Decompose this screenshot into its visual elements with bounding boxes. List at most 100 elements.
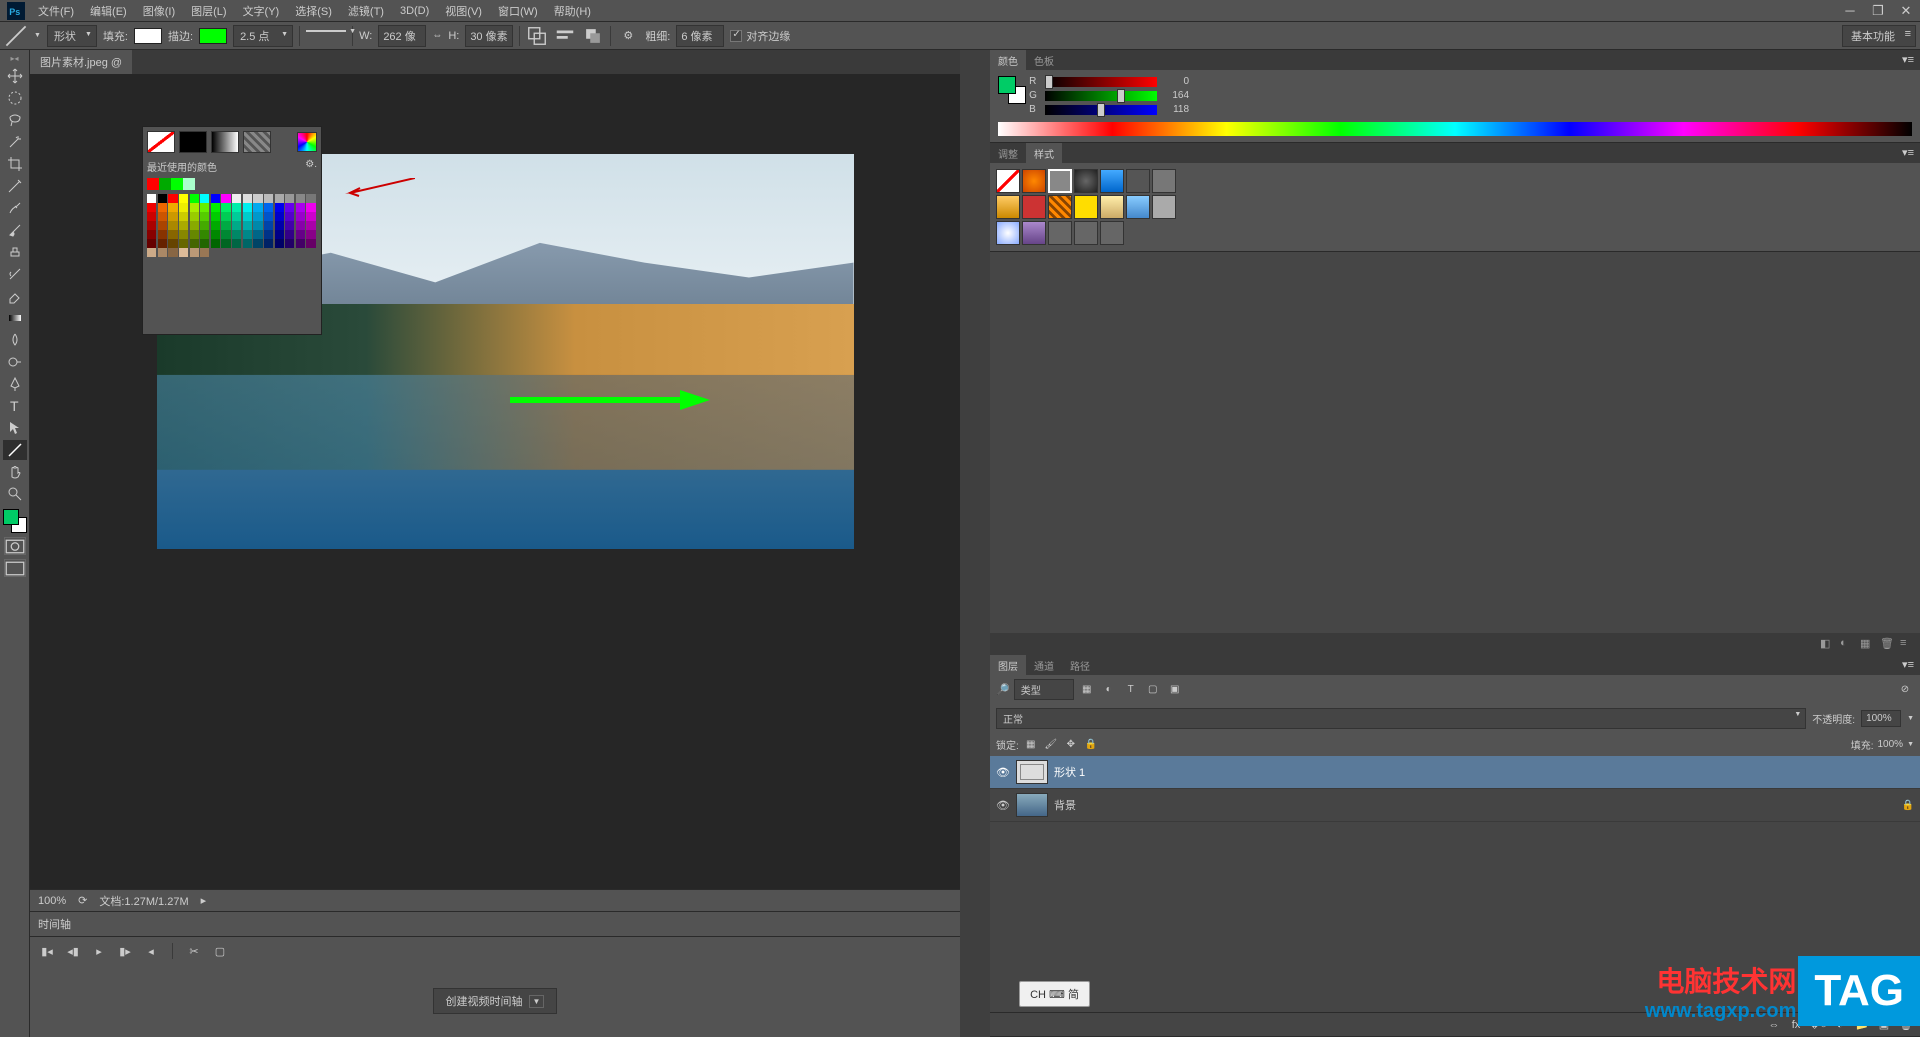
recent-color-swatch[interactable] [171,178,183,190]
lock-transparency-icon[interactable]: ▦ [1023,738,1039,752]
timeline-prev-frame-icon[interactable]: ◂▮ [64,943,82,959]
palette-color-swatch[interactable] [190,239,199,248]
palette-color-swatch[interactable] [158,203,167,212]
popup-settings-icon[interactable]: ⚙. [305,159,317,174]
refresh-icon[interactable]: ⟳ [78,894,87,907]
toolbox-collapse-icon[interactable]: ▸◂ [10,54,18,63]
style-preset[interactable] [996,195,1020,219]
style-preset[interactable] [1022,169,1046,193]
palette-color-swatch[interactable] [158,221,167,230]
style-preset[interactable] [1100,221,1124,245]
style-preset[interactable] [1152,195,1176,219]
panel-icon[interactable]: ◧ [1820,637,1834,651]
palette-color-swatch[interactable] [158,194,167,203]
palette-color-swatch[interactable] [190,194,199,203]
palette-color-swatch[interactable] [179,248,188,257]
palette-color-swatch[interactable] [306,194,315,203]
move-tool[interactable] [3,66,27,86]
palette-color-swatch[interactable] [275,203,284,212]
opacity-input[interactable]: 100% [1861,710,1901,727]
palette-color-swatch[interactable] [168,212,177,221]
palette-color-swatch[interactable] [168,194,177,203]
g-value[interactable]: 164 [1161,90,1189,101]
palette-color-swatch[interactable] [296,221,305,230]
panel-trash-icon[interactable]: 🗑 [1880,637,1894,651]
menu-window[interactable]: 窗口(W) [490,0,546,23]
palette-color-swatch[interactable] [243,221,252,230]
thickness-input[interactable]: 6 像素 [676,25,724,47]
palette-color-swatch[interactable] [147,221,156,230]
filter-toggle[interactable]: ⊘ [1896,682,1914,698]
lasso-tool[interactable] [3,110,27,130]
panel-menu-icon[interactable]: ▾≡ [1896,143,1920,163]
style-preset[interactable] [1126,169,1150,193]
menu-view[interactable]: 视图(V) [437,0,490,23]
palette-color-swatch[interactable] [179,221,188,230]
eyedropper-tool[interactable] [3,176,27,196]
palette-color-swatch[interactable] [211,212,220,221]
clone-stamp-tool[interactable] [3,242,27,262]
menu-edit[interactable]: 编辑(E) [82,0,135,23]
palette-color-swatch[interactable] [275,194,284,203]
style-preset[interactable] [1074,169,1098,193]
style-preset[interactable] [1048,221,1072,245]
menu-file[interactable]: 文件(F) [30,0,82,23]
drawn-arrow-shape[interactable] [510,390,710,410]
window-minimize-icon[interactable]: ─ [1836,1,1864,21]
palette-color-swatch[interactable] [190,230,199,239]
marquee-tool[interactable] [3,88,27,108]
height-input[interactable]: 30 像素 [465,25,513,47]
timeline-play-icon[interactable]: ▸ [90,943,108,959]
b-slider[interactable] [1045,105,1157,115]
palette-color-swatch[interactable] [211,239,220,248]
stroke-width-dropdown[interactable]: 2.5 点 [233,25,293,47]
stroke-style-dropdown[interactable]: ▼ [306,30,346,42]
panel-menu-icon[interactable]: ≡ [1900,637,1914,651]
palette-color-swatch[interactable] [285,203,294,212]
history-brush-tool[interactable] [3,264,27,284]
palette-color-swatch[interactable] [296,239,305,248]
filter-search-icon[interactable]: 🔎 [996,683,1010,696]
menu-layer[interactable]: 图层(L) [183,0,234,23]
r-slider[interactable] [1045,77,1157,87]
palette-color-swatch[interactable] [264,221,273,230]
palette-color-swatch[interactable] [264,239,273,248]
g-slider[interactable] [1045,91,1157,101]
palette-color-swatch[interactable] [296,194,305,203]
color-spectrum-bar[interactable] [998,122,1912,136]
filter-smart-icon[interactable]: ▣ [1166,682,1184,698]
palette-color-swatch[interactable] [211,221,220,230]
timeline-tab[interactable]: 时间轴 [30,912,960,937]
crop-tool[interactable] [3,154,27,174]
swatches-tab[interactable]: 色板 [1026,50,1062,70]
style-preset[interactable] [1126,195,1150,219]
palette-color-swatch[interactable] [211,194,220,203]
text-tool[interactable]: T [3,396,27,416]
palette-color-swatch[interactable] [232,230,241,239]
fill-none-button[interactable] [147,131,175,153]
ime-indicator[interactable]: CH ⌨ 简 [1019,981,1090,1007]
palette-color-swatch[interactable] [179,212,188,221]
window-restore-icon[interactable]: ❐ [1864,1,1892,21]
hand-tool[interactable] [3,462,27,482]
palette-color-swatch[interactable] [211,203,220,212]
color-tab[interactable]: 颜色 [990,50,1026,70]
palette-color-swatch[interactable] [147,194,156,203]
palette-color-swatch[interactable] [211,230,220,239]
menu-image[interactable]: 图像(I) [135,0,183,23]
window-close-icon[interactable]: ✕ [1892,1,1920,21]
path-arrangement-icon[interactable] [582,26,604,46]
lock-all-icon[interactable]: 🔒 [1083,738,1099,752]
channels-tab[interactable]: 通道 [1026,655,1062,675]
width-input[interactable]: 262 像 [378,25,426,47]
palette-color-swatch[interactable] [253,221,262,230]
palette-color-swatch[interactable] [253,212,262,221]
palette-color-swatch[interactable] [221,230,230,239]
fill-color-swatch[interactable] [134,28,162,44]
style-preset[interactable] [1100,195,1124,219]
palette-color-swatch[interactable] [232,221,241,230]
screen-mode-toggle[interactable] [4,559,26,577]
palette-color-swatch[interactable] [158,239,167,248]
timeline-cut-icon[interactable]: ✂ [185,943,203,959]
palette-color-swatch[interactable] [232,203,241,212]
